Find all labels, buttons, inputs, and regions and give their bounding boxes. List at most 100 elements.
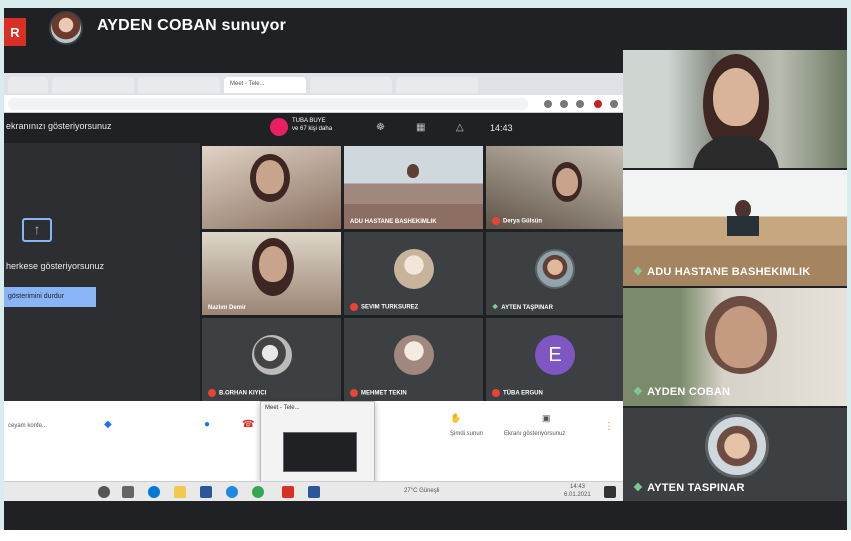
participant-avatar [393, 249, 434, 290]
participant-avatar [393, 335, 434, 376]
search-icon[interactable] [98, 486, 110, 498]
participant-name: TÜBA ERGUN [503, 390, 543, 397]
sharing-label[interactable]: Ekranı gösteriyorsunuz [504, 431, 565, 437]
extension-icon[interactable] [560, 100, 568, 108]
participant-name: B.ORHAN KIYICI [219, 390, 267, 397]
layout-icon[interactable]: ▦ [416, 122, 425, 133]
shared-screen: Meet - Tele... ekranınızı gösteriyorsunu… [4, 73, 624, 501]
participant-name: Nazlım Demir [208, 305, 247, 311]
mic-icon[interactable]: ● [204, 419, 210, 430]
participant-tile[interactable]: SEVIM TURKSUREZ [344, 232, 483, 315]
browser-tab[interactable] [52, 77, 134, 93]
star-icon[interactable] [544, 100, 552, 108]
sidebar-participant-name: AYDEN COBAN [647, 386, 731, 398]
windows-taskbar: 27°C Güneşli 14:43 6.01.2021 [4, 481, 624, 501]
folder-icon[interactable] [174, 486, 186, 498]
screen-share-icon[interactable]: ▣ [542, 413, 551, 424]
present-now-label[interactable]: Şimdi sunun [450, 431, 483, 437]
clock-time: 14:43 [570, 484, 586, 490]
inner-header: ekranınızı gösteriyorsunuz TUBA BUYE ve … [4, 113, 624, 143]
presenter-bar: R AYDEN COBAN sunuyor [4, 8, 847, 50]
sidebar-participant-name: AYTEN TASPINAR [647, 482, 745, 494]
participant-tile[interactable] [202, 146, 341, 229]
participant-tile[interactable]: Derya Gülsün [486, 146, 624, 229]
recording-badge: R [4, 18, 26, 46]
inner-presenter-others: ve 67 kişi daha [292, 126, 333, 132]
participant-tile[interactable]: MEHMET TEKIN [344, 318, 483, 401]
browser-tab[interactable] [310, 77, 392, 93]
mic-muted-icon [492, 217, 500, 225]
chrome-icon[interactable] [252, 486, 264, 498]
browser-tab[interactable] [8, 77, 48, 93]
participant-name: ADU HASTANE BASHEKIMLIK [350, 219, 437, 225]
profile-icon[interactable] [594, 100, 602, 108]
end-call-icon[interactable]: ☎ [242, 419, 254, 430]
outer-frame: R AYDEN COBAN sunuyor Meet - Tele... ekr… [0, 0, 851, 541]
presenter-title: AYDEN COBAN sunuyor [97, 17, 287, 34]
presenting-notice: ekranınızı gösteriyorsunuz [6, 121, 112, 131]
app-icon[interactable] [226, 486, 238, 498]
address-input[interactable] [8, 98, 528, 110]
participant-name: Derya Gülsün [503, 218, 543, 225]
mic-muted-icon [350, 303, 358, 311]
participant-tile[interactable]: Nazlım Demir [202, 232, 341, 315]
inner-presenter-name: TUBA BUYE [292, 118, 326, 124]
stop-presenting-button[interactable]: gösterimini durdur [4, 287, 96, 307]
notification-icon[interactable] [604, 486, 616, 498]
share-status-text: herkese gösteriyorsunuz [6, 261, 105, 271]
sidebar-tile[interactable] [623, 50, 847, 170]
menu-icon[interactable] [610, 100, 618, 108]
participant-tile[interactable]: ❖ AYTEN TAŞPINAR [486, 232, 624, 315]
clock-date: 6.01.2021 [564, 492, 591, 498]
participant-avatar [535, 249, 575, 290]
presenter-avatar [49, 11, 83, 45]
hand-icon[interactable]: ✋ [450, 413, 461, 424]
sidebar-tile[interactable]: ❖ AYDEN COBAN [623, 288, 847, 408]
participant-tile[interactable]: ADU HASTANE BASHEKIMLIK [344, 146, 483, 229]
meeting-details-label[interactable]: ceyam konfe... [8, 423, 47, 429]
browser-address-bar [4, 95, 624, 113]
bottom-margin [0, 530, 851, 541]
shield-icon[interactable]: ◆ [104, 419, 112, 430]
browser-tab[interactable] [396, 77, 478, 93]
extension-icon[interactable] [576, 100, 584, 108]
popup-title: Meet - Tele... [265, 405, 300, 411]
task-view-icon[interactable] [122, 486, 134, 498]
browser-tab-active[interactable]: Meet - Tele... [224, 77, 306, 93]
participant-name: AYTEN TAŞPINAR [501, 305, 553, 311]
mic-muted-icon [492, 389, 500, 397]
participant-sidebar: ❖ ADU HASTANE BASHEKIMLIK ❖ AYDEN COBAN ❖ A… [623, 50, 847, 502]
speaking-icon: ❖ [492, 304, 499, 311]
participant-tile[interactable]: E TÜBA ERGUN [486, 318, 624, 401]
meet-window: R AYDEN COBAN sunuyor Meet - Tele... ekr… [4, 8, 847, 530]
taskbar-preview-popup[interactable]: Meet - Tele... [260, 401, 375, 483]
share-panel: ↑ herkese gösteriyorsunuz gösterimini du… [4, 143, 200, 401]
sidebar-participant-avatar [705, 414, 769, 478]
bottom-strip [4, 501, 847, 530]
window-thumbnail [283, 432, 357, 472]
word-icon[interactable] [308, 486, 320, 498]
sidebar-tile[interactable]: ❖ AYTEN TASPINAR [623, 408, 847, 502]
speaking-icon: ❖ [633, 482, 644, 494]
presenter-dot [270, 118, 288, 136]
mic-muted-icon [350, 389, 358, 397]
inner-meet: ekranınızı gösteriyorsunuz TUBA BUYE ve … [4, 113, 624, 401]
participant-name: MEHMET TEKIN [361, 390, 407, 397]
edge-icon[interactable] [148, 486, 160, 498]
inner-presenter: TUBA BUYE ve 67 kişi daha [270, 115, 365, 141]
participant-tile[interactable]: B.ORHAN KIYICI [202, 318, 341, 401]
weather-label: 27°C Güneşli [404, 488, 440, 494]
mic-muted-icon [208, 389, 216, 397]
letter-avatar: E [535, 335, 575, 376]
more-options-icon[interactable]: ⋮ [604, 421, 614, 432]
triangle-icon[interactable]: △ [456, 122, 464, 133]
sidebar-participant-name: ADU HASTANE BASHEKIMLIK [647, 266, 811, 278]
store-icon[interactable] [200, 486, 212, 498]
app-icon[interactable] [282, 486, 294, 498]
present-screen-icon: ↑ [22, 218, 52, 242]
inner-clock: 14:43 [490, 123, 513, 133]
sidebar-tile[interactable]: ❖ ADU HASTANE BASHEKIMLIK [623, 170, 847, 288]
participant-avatar [251, 335, 292, 376]
browser-tab[interactable] [138, 77, 220, 93]
people-icon[interactable]: ☸ [376, 122, 385, 133]
